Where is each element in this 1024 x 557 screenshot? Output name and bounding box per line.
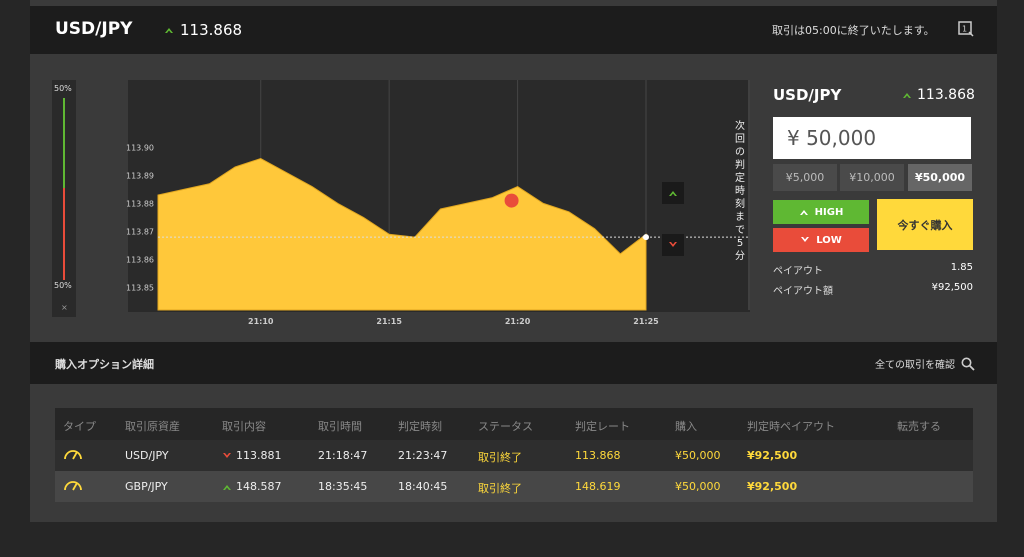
col-asset: 取引原資産: [125, 420, 180, 433]
table-row[interactable]: USD/JPY 113.881 21:18:47 21:23:47 取引終了 1…: [55, 440, 973, 471]
col-payout: 判定時ペイアウト: [747, 420, 835, 433]
preset-10000-button[interactable]: ¥10,000: [840, 164, 904, 191]
row-strike: 113.881: [236, 449, 282, 462]
row-expiry: 21:23:47: [398, 449, 448, 462]
row-asset: GBP/JPY: [125, 480, 168, 493]
high-arrow-icon: [223, 484, 231, 490]
current-rate-point: [643, 234, 649, 241]
row-trade-time: 21:18:47: [318, 449, 368, 462]
side-pair-title: USD/JPY: [773, 86, 842, 104]
y-tick-label: 113.85: [126, 284, 154, 293]
buy-now-button[interactable]: 今すぐ購入: [877, 199, 973, 250]
row-payout: ¥92,500: [747, 449, 798, 462]
low-marker: [662, 234, 684, 256]
high-button[interactable]: HIGH: [773, 200, 869, 224]
y-tick-label: 113.89: [126, 171, 154, 180]
high-marker: [662, 182, 684, 204]
preset-50000-button[interactable]: ¥50,000: [908, 164, 972, 191]
amount-input[interactable]: ¥ 50,000: [773, 117, 971, 159]
col-trade-time: 取引時間: [318, 420, 362, 433]
gauge-icon: [64, 481, 82, 491]
y-tick-label: 113.87: [126, 227, 154, 236]
y-tick-label: 113.90: [126, 143, 154, 152]
high-button-label: HIGH: [814, 206, 844, 218]
low-arrow-icon: [223, 452, 231, 458]
row-close-rate: 113.868: [575, 449, 621, 462]
expire-message: 取引は05:00に終了いたします。: [772, 24, 935, 37]
gauge-icon: [64, 450, 82, 460]
row-status: 取引終了: [478, 451, 522, 464]
high-arrow-icon: [903, 93, 911, 98]
x-tick-label: 21:15: [376, 317, 402, 325]
low-button[interactable]: LOW: [773, 228, 869, 252]
preset-5000-button[interactable]: ¥5,000: [773, 164, 837, 191]
chart-area: 50% 50% × 113.90 113.89 113.88 113.87 113.86…: [52, 80, 750, 325]
row-expiry: 18:40:45: [398, 480, 448, 493]
current-rate-value: 113.868: [180, 21, 243, 39]
payout-amount-value: ¥92,500: [931, 282, 973, 293]
x-tick-label: 21:20: [505, 317, 531, 325]
col-resell: 転売する: [897, 420, 941, 433]
col-purchase: 購入: [675, 420, 697, 433]
svg-text:1: 1: [962, 25, 967, 34]
row-trade-time: 18:35:45: [318, 480, 368, 493]
payout-label: ペイアウト: [773, 266, 823, 277]
search-icon: [961, 357, 975, 371]
row-strike: 148.587: [236, 480, 282, 493]
top-bar: USD/JPY 113.868 取引は05:00に終了いたします。 1: [30, 6, 997, 54]
table-header: タイプ 取引原資産 取引内容 取引時間 判定時刻 ステータス 判定レート 購入 …: [55, 408, 973, 440]
row-direction: 113.881: [222, 449, 282, 462]
price-series-area: [157, 157, 647, 311]
price-chart: 113.90 113.89 113.88 113.87 113.86 113.85 21:1…: [126, 80, 750, 325]
y-tick-label: 113.86: [126, 256, 154, 265]
side-rate: 113.868: [902, 87, 975, 103]
row-status: 取引終了: [478, 482, 522, 495]
row-direction: 148.587: [222, 480, 282, 493]
view-all-trades-label: 全ての取引を確認: [875, 360, 955, 371]
view-all-trades-link[interactable]: 全ての取引を確認: [875, 356, 975, 371]
y-tick-label: 113.88: [126, 199, 154, 208]
row-purchase: ¥50,000: [675, 449, 721, 462]
fullscreen-icon[interactable]: 1: [958, 21, 974, 37]
x-tick-label: 21:25: [633, 317, 659, 325]
page-title: USD/JPY: [55, 19, 133, 39]
low-arrow-icon: [801, 237, 810, 242]
payout-row: ペイアウト 1.85: [773, 262, 973, 277]
payout-amount-row: ペイアウト額 ¥92,500: [773, 282, 973, 297]
col-expiry: 判定時刻: [398, 420, 442, 433]
col-type: タイプ: [63, 420, 96, 433]
row-purchase: ¥50,000: [675, 480, 721, 493]
row-payout: ¥92,500: [747, 480, 798, 493]
row-asset: USD/JPY: [125, 449, 169, 462]
row-close-rate: 148.619: [575, 480, 621, 493]
details-header: 購入オプション詳細 全ての取引を確認: [30, 342, 997, 384]
details-title: 購入オプション詳細: [55, 358, 154, 371]
trade-entry-marker: [504, 193, 519, 208]
high-arrow-icon: [799, 210, 808, 215]
trades-table: タイプ 取引原資産 取引内容 取引時間 判定時刻 ステータス 判定レート 購入 …: [55, 408, 973, 502]
trading-panel: USD/JPY 113.868 取引は05:00に終了いたします。 1 50% …: [30, 0, 997, 522]
payout-value: 1.85: [950, 262, 973, 273]
x-tick-label: 21:10: [248, 317, 274, 325]
high-arrow-icon: [165, 28, 173, 33]
table-row[interactable]: GBP/JPY 148.587 18:35:45 18:40:45 取引終了 1…: [55, 471, 973, 502]
col-status: ステータス: [478, 420, 533, 433]
high-arrow-icon: [669, 191, 677, 196]
countdown-label: 次回の判定時刻まで5分: [735, 121, 745, 262]
low-arrow-icon: [669, 242, 677, 247]
col-close-rate: 判定レート: [575, 420, 630, 433]
low-button-label: LOW: [816, 234, 842, 246]
current-rate: 113.868: [164, 21, 242, 39]
side-rate-value: 113.868: [917, 87, 975, 103]
payout-amount-label: ペイアウト額: [773, 286, 833, 297]
col-direction: 取引内容: [222, 420, 266, 433]
